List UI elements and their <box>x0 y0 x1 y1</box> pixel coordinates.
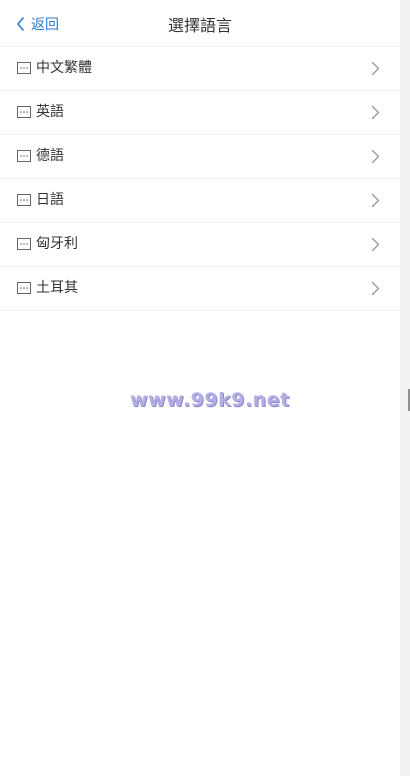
chevron-right-icon <box>371 237 380 252</box>
message-icon <box>17 106 31 118</box>
language-item-hungarian[interactable]: 匈牙利 <box>0 223 400 267</box>
language-label: 德語 <box>36 148 64 164</box>
message-icon <box>17 238 31 250</box>
language-label: 匈牙利 <box>36 236 78 252</box>
language-item-traditional-chinese[interactable]: 中文繁體 <box>0 47 400 91</box>
message-icon <box>17 194 31 206</box>
chevron-right-icon <box>371 281 380 296</box>
language-item-japanese[interactable]: 日語 <box>0 179 400 223</box>
watermark-text: www.99k9.net <box>130 389 290 411</box>
header-bar: 返回 選擇語言 <box>0 0 400 47</box>
language-list: 中文繁體 英語 德語 日語 匈牙利 土耳其 <box>0 47 400 311</box>
language-item-english[interactable]: 英語 <box>0 91 400 135</box>
language-item-german[interactable]: 德語 <box>0 135 400 179</box>
language-item-turkish[interactable]: 土耳其 <box>0 267 400 311</box>
message-icon <box>17 282 31 294</box>
chevron-right-icon <box>371 61 380 76</box>
message-icon <box>17 62 31 74</box>
language-label: 英語 <box>36 104 64 120</box>
chevron-right-icon <box>371 149 380 164</box>
right-edge-strip <box>400 0 410 776</box>
chevron-right-icon <box>371 193 380 208</box>
page-title: 選擇語言 <box>167 16 232 35</box>
language-label: 土耳其 <box>36 280 78 296</box>
language-label: 日語 <box>36 192 64 208</box>
message-icon <box>17 150 31 162</box>
language-label: 中文繁體 <box>36 60 92 76</box>
chevron-right-icon <box>371 105 380 120</box>
